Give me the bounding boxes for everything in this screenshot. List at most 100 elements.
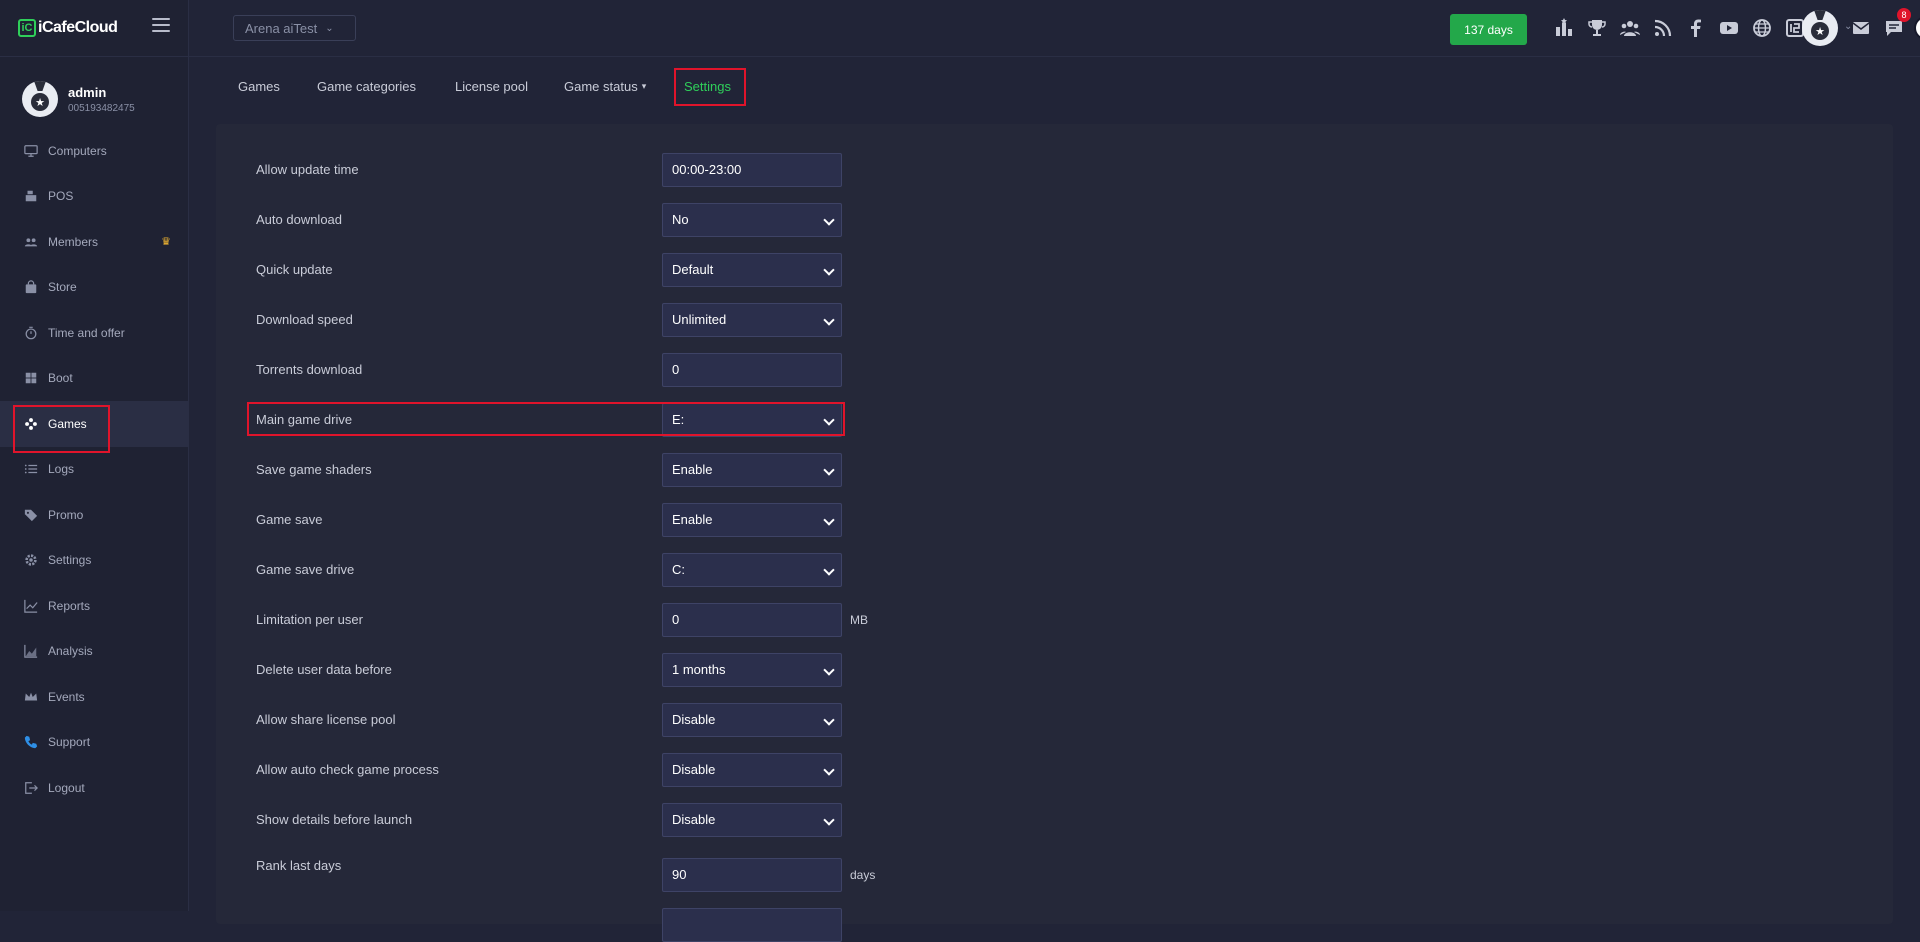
sidebar-item-promo[interactable]: Promo	[0, 492, 189, 538]
sidebar-item-label: Events	[48, 689, 85, 704]
sidebar-item-logout[interactable]: Logout	[0, 765, 189, 811]
setting-row-download-speed: Download speed Unlimited	[216, 303, 916, 337]
youtube-icon[interactable]	[1718, 17, 1740, 39]
sidebar-item-members[interactable]: Members ♛	[0, 219, 189, 265]
ranking-icon[interactable]	[1553, 17, 1575, 39]
auto-download-select[interactable]: No	[662, 203, 842, 237]
setting-label: Delete user data before	[256, 662, 392, 677]
stopwatch-icon	[23, 325, 38, 340]
partial-input[interactable]	[662, 908, 842, 942]
chevron-down-icon: ⌄	[325, 22, 334, 34]
setting-row-save-game-shaders: Save game shaders Enable	[216, 453, 916, 487]
sidebar-item-logs[interactable]: Logs	[0, 447, 189, 493]
allow-update-time-input[interactable]: 00:00-23:00	[662, 153, 842, 187]
game-save-select[interactable]: Enable	[662, 503, 842, 537]
line-chart-icon	[23, 598, 38, 613]
sidebar-item-label: Reports	[48, 598, 91, 613]
setting-label: Torrents download	[256, 362, 363, 377]
sidebar-item-store[interactable]: Store	[0, 265, 189, 311]
setting-label: Quick update	[256, 262, 333, 277]
save-game-shaders-select[interactable]: Enable	[662, 453, 842, 487]
quick-update-select[interactable]: Default	[662, 253, 842, 287]
tab-game-status[interactable]: Game status ▾	[564, 57, 646, 115]
unit-label: days	[850, 868, 876, 882]
setting-row-game-save-drive: Game save drive C:	[216, 553, 916, 587]
sidebar-item-events[interactable]: Events	[0, 674, 189, 720]
trophy-icon[interactable]	[1586, 17, 1608, 39]
area-chart-icon	[23, 644, 38, 659]
globe-icon[interactable]	[1751, 17, 1773, 39]
setting-row-delete-user-data-before: Delete user data before 1 months	[216, 653, 916, 687]
tab-license-pool[interactable]: License pool	[455, 57, 528, 115]
rss-icon[interactable]	[1652, 17, 1674, 39]
sidebar-item-games[interactable]: Games	[0, 401, 189, 447]
setting-label: Game save	[256, 512, 323, 527]
facebook-icon[interactable]	[1685, 17, 1707, 39]
sidebar-item-settings[interactable]: Settings	[0, 538, 189, 584]
sidebar-item-pos[interactable]: POS	[0, 174, 189, 220]
delete-user-data-before-select[interactable]: 1 months	[662, 653, 842, 687]
sidebar-item-label: Boot	[48, 371, 73, 386]
setting-label: Main game drive	[256, 412, 353, 427]
torrents-download-input[interactable]: 0	[662, 353, 842, 387]
setting-label: Allow auto check game process	[256, 762, 439, 777]
sidebar-item-analysis[interactable]: Analysis	[0, 629, 189, 675]
setting-row-allow-update-time: Allow update time 00:00-23:00	[216, 153, 916, 187]
main-game-drive-select[interactable]: E:	[662, 403, 842, 437]
game-save-drive-select[interactable]: C:	[662, 553, 842, 587]
topbar: Arena aiTest ⌄ 137 days 8 ★ ⌄	[189, 0, 1920, 57]
profile-name: admin	[68, 84, 107, 100]
logout-icon	[23, 780, 38, 795]
user-avatar[interactable]: ★	[1802, 10, 1838, 46]
sidebar-item-label: Settings	[48, 553, 92, 568]
phone-icon	[23, 735, 38, 750]
hamburger-menu-icon[interactable]	[152, 18, 170, 32]
allow-auto-check-game-process-select[interactable]: Disable	[662, 753, 842, 787]
theme-toggle[interactable]	[1914, 16, 1920, 40]
sidebar-item-label: Analysis	[48, 644, 93, 659]
unit-label: MB	[850, 613, 868, 627]
tab-game-categories[interactable]: Game categories	[317, 57, 416, 115]
setting-label: Save game shaders	[256, 462, 372, 477]
setting-row-torrents-download: Torrents download 0	[216, 353, 916, 387]
sidebar-item-label: Logs	[48, 462, 75, 477]
chat-icon[interactable]: 8	[1883, 8, 1911, 39]
store-select-value: Arena aiTest	[245, 20, 318, 36]
sidebar-item-label: Logout	[48, 780, 85, 795]
windows-icon	[23, 371, 38, 386]
sidebar-item-support[interactable]: Support	[0, 720, 189, 766]
setting-row-allow-auto-check-game-process: Allow auto check game process Disable	[216, 753, 916, 787]
tab-games[interactable]: Games	[238, 57, 280, 115]
tab-bar: Games Game categories License pool Game …	[189, 57, 1920, 115]
sidebar-item-reports[interactable]: Reports	[0, 583, 189, 629]
download-speed-select[interactable]: Unlimited	[662, 303, 842, 337]
mail-icon[interactable]	[1850, 17, 1872, 39]
settings-panel: Allow update time 00:00-23:00 Auto downl…	[216, 124, 1893, 942]
setting-label: Rank last days	[256, 858, 342, 873]
limitation-per-user-input[interactable]: 0	[662, 603, 842, 637]
monitor-icon	[23, 143, 38, 158]
caret-down-icon: ▾	[641, 80, 647, 91]
setting-label: Allow update time	[256, 162, 359, 177]
setting-label: Auto download	[256, 212, 343, 227]
sidebar-item-boot[interactable]: Boot	[0, 356, 189, 402]
users-group-icon[interactable]	[1619, 17, 1641, 39]
sidebar-item-time-and-offer[interactable]: Time and offer	[0, 310, 189, 356]
rank-last-days-input[interactable]: 90	[662, 858, 842, 892]
days-remaining-button[interactable]: 137 days	[1450, 14, 1527, 45]
list-icon	[23, 462, 38, 477]
allow-share-license-pool-select[interactable]: Disable	[662, 703, 842, 737]
gamepad-icon	[23, 416, 38, 431]
chevron-down-icon[interactable]: ⌄	[1844, 21, 1852, 32]
gear-icon	[23, 553, 38, 568]
sidebar-item-computers[interactable]: Computers	[0, 128, 189, 174]
avatar: ★	[22, 81, 58, 117]
toolbar-icons: 8	[1553, 8, 1920, 40]
setting-row-partial	[216, 903, 916, 942]
tab-settings[interactable]: Settings	[684, 57, 731, 115]
setting-label: Show details before launch	[256, 812, 413, 827]
store-select[interactable]: Arena aiTest ⌄	[233, 15, 356, 41]
tab-label: Settings	[684, 78, 731, 94]
show-details-before-launch-select[interactable]: Disable	[662, 803, 842, 837]
setting-row-main-game-drive: Main game drive E:	[216, 403, 916, 437]
